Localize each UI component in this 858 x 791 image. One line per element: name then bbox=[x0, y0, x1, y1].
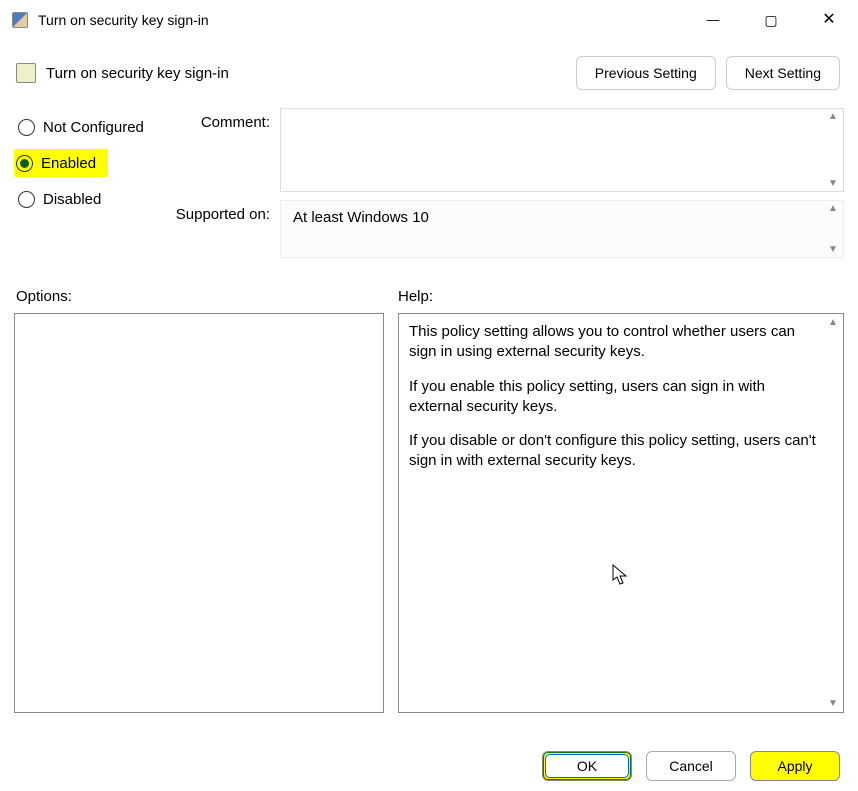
maximize-icon: ▢ bbox=[764, 13, 777, 27]
help-label: Help: bbox=[394, 288, 433, 305]
window-title: Turn on security key sign-in bbox=[38, 12, 684, 28]
help-scrollbar[interactable]: ▲ ▼ bbox=[825, 316, 841, 710]
minimize-icon: — bbox=[707, 13, 720, 26]
scroll-up-icon: ▲ bbox=[828, 316, 838, 330]
scroll-down-icon: ▼ bbox=[828, 697, 838, 711]
supported-scrollbar[interactable]: ▲ ▼ bbox=[825, 203, 841, 255]
scroll-down-icon: ▼ bbox=[828, 244, 838, 255]
policy-title: Turn on security key sign-in bbox=[46, 65, 576, 82]
close-icon: ✕ bbox=[822, 12, 835, 28]
help-paragraph: If you disable or don't configure this p… bbox=[409, 431, 821, 472]
radio-icon bbox=[18, 191, 35, 208]
ok-button[interactable]: OK bbox=[542, 751, 632, 781]
radio-enabled[interactable]: Enabled bbox=[14, 148, 174, 178]
radio-disabled[interactable]: Disabled bbox=[14, 184, 174, 214]
options-label: Options: bbox=[14, 288, 394, 305]
minimize-button[interactable]: — bbox=[684, 0, 742, 39]
scroll-up-icon: ▲ bbox=[828, 203, 838, 214]
next-setting-button[interactable]: Next Setting bbox=[726, 56, 840, 90]
app-icon bbox=[12, 12, 28, 28]
close-button[interactable]: ✕ bbox=[800, 0, 858, 39]
radio-label-disabled: Disabled bbox=[43, 191, 101, 208]
supported-on-value-box: At least Windows 10 ▲ ▼ bbox=[280, 200, 844, 258]
options-pane bbox=[14, 313, 384, 713]
scroll-down-icon: ▼ bbox=[828, 178, 838, 189]
radio-not-configured[interactable]: Not Configured bbox=[14, 112, 174, 142]
apply-button[interactable]: Apply bbox=[750, 751, 840, 781]
comment-scrollbar[interactable]: ▲ ▼ bbox=[825, 111, 841, 189]
scroll-up-icon: ▲ bbox=[828, 111, 838, 122]
titlebar: Turn on security key sign-in — ▢ ✕ bbox=[0, 0, 858, 40]
help-paragraph: If you enable this policy setting, users… bbox=[409, 377, 821, 418]
radio-selected-icon bbox=[20, 159, 29, 168]
supported-on-label: Supported on: bbox=[174, 200, 280, 223]
supported-on-value: At least Windows 10 bbox=[293, 209, 429, 226]
ok-label: OK bbox=[577, 758, 597, 774]
header-row: Turn on security key sign-in Previous Se… bbox=[14, 56, 844, 90]
help-pane: This policy setting allows you to contro… bbox=[398, 313, 844, 713]
policy-icon bbox=[16, 63, 36, 83]
radio-label-not-configured: Not Configured bbox=[43, 119, 144, 136]
window-controls: — ▢ ✕ bbox=[684, 0, 858, 39]
cancel-button[interactable]: Cancel bbox=[646, 751, 736, 781]
footer-buttons: OK Cancel Apply bbox=[542, 751, 840, 781]
radio-icon bbox=[16, 155, 33, 172]
comment-input[interactable]: ▲ ▼ bbox=[280, 108, 844, 192]
radio-label-enabled: Enabled bbox=[41, 155, 96, 172]
comment-label: Comment: bbox=[174, 108, 280, 131]
previous-setting-button[interactable]: Previous Setting bbox=[576, 56, 716, 90]
maximize-button[interactable]: ▢ bbox=[742, 0, 800, 39]
state-radios: Not Configured Enabled Disabled bbox=[14, 108, 174, 220]
help-paragraph: This policy setting allows you to contro… bbox=[409, 322, 821, 363]
radio-icon bbox=[18, 119, 35, 136]
